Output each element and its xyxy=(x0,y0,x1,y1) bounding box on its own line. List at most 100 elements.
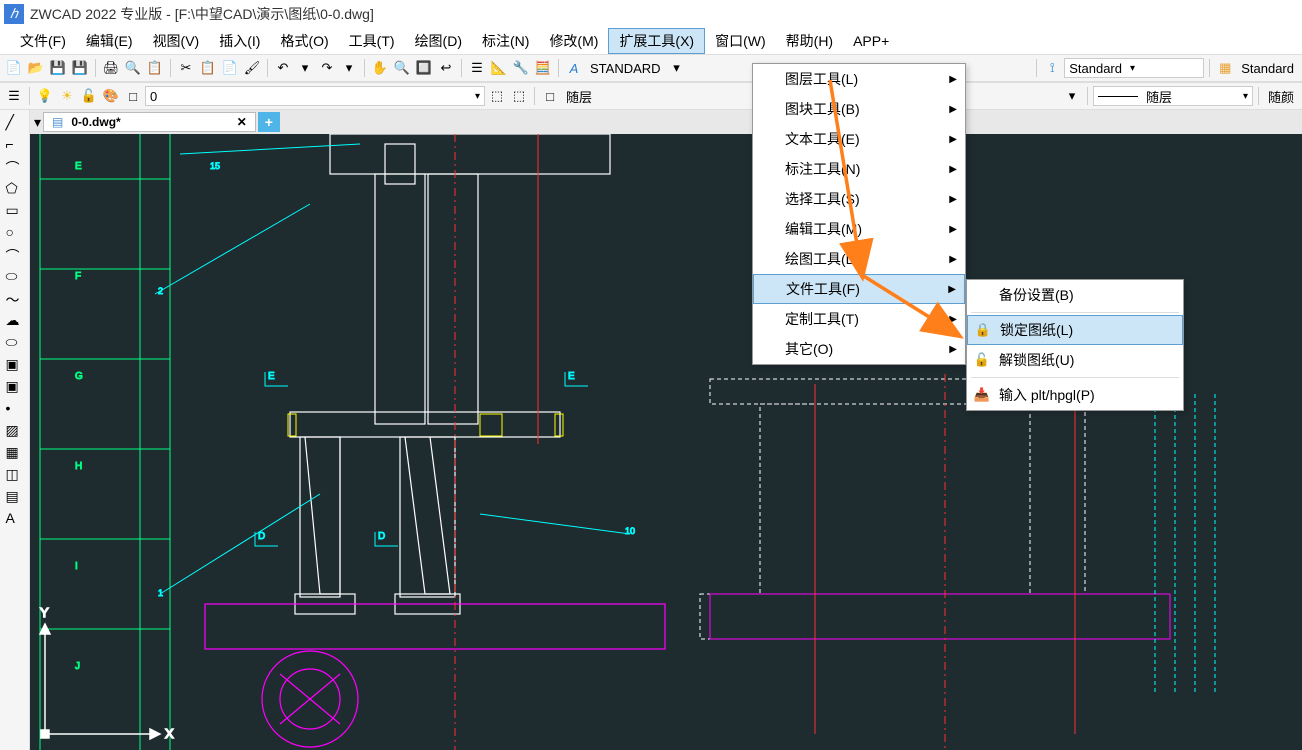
dim-style-icon[interactable]: ⟟ xyxy=(1042,58,1062,78)
toolbar-main: 📄 📂 💾 💾 🖨 🔍 📋 ✂ 📋 📄 🖌 ↶ ▾ ↷ ▾ ✋ 🔍 🔲 ↩ ☰ … xyxy=(0,54,1302,82)
table-style-icon[interactable]: ▦ xyxy=(1215,58,1235,78)
pline-icon[interactable]: ⌐ xyxy=(6,136,24,154)
plot-icon[interactable]: 📋 xyxy=(145,58,165,78)
redo-icon[interactable]: ↷ xyxy=(317,58,337,78)
svg-text:10: 10 xyxy=(625,526,635,536)
print-icon[interactable]: 🖨 xyxy=(101,58,121,78)
layer-iso-icon[interactable]: ⬚ xyxy=(509,86,529,106)
text-icon[interactable]: A xyxy=(564,58,584,78)
properties-icon[interactable]: ☰ xyxy=(467,58,487,78)
cut-icon[interactable]: ✂ xyxy=(176,58,196,78)
zoom-icon[interactable]: 🔍 xyxy=(392,58,412,78)
bulb-icon[interactable]: 💡 xyxy=(35,86,55,106)
calc-icon[interactable]: 🧮 xyxy=(533,58,553,78)
menu-window[interactable]: 窗口(W) xyxy=(705,29,776,53)
tab-close-button[interactable]: ✕ xyxy=(237,115,247,129)
region-icon[interactable]: ◫ xyxy=(6,466,24,484)
arc2-icon[interactable]: ⌒ xyxy=(6,246,24,264)
hatch-icon[interactable]: ▨ xyxy=(6,422,24,440)
menu-tools[interactable]: 工具(T) xyxy=(339,29,405,53)
polygon-icon[interactable]: ⬠ xyxy=(6,180,24,198)
menu-draw-tools[interactable]: 绘图工具(D)▶ xyxy=(753,244,965,274)
menu-lock-drawing[interactable]: 🔒 锁定图纸(L) xyxy=(967,315,1183,345)
paste-icon[interactable]: 📄 xyxy=(220,58,240,78)
gradient-icon[interactable]: ▦ xyxy=(6,444,24,462)
line-icon[interactable]: ╱ xyxy=(6,114,24,132)
menu-unlock-drawing[interactable]: 🔓 解锁图纸(U) xyxy=(967,345,1183,375)
menu-modify[interactable]: 修改(M) xyxy=(539,29,608,53)
menu-help[interactable]: 帮助(H) xyxy=(776,29,843,53)
menu-select-tools[interactable]: 选择工具(S)▶ xyxy=(753,184,965,214)
document-tab[interactable]: ▤ 0-0.dwg* ✕ xyxy=(43,112,256,132)
svg-text:G: G xyxy=(75,371,83,382)
tab-title: 0-0.dwg* xyxy=(71,115,120,129)
chevron-down-icon[interactable]: ▾ xyxy=(1062,86,1082,106)
dim-style-dropdown[interactable]: Standard▾ xyxy=(1064,58,1204,78)
circle-icon[interactable]: ○ xyxy=(6,224,24,242)
zoom-window-icon[interactable]: 🔲 xyxy=(414,58,434,78)
menu-file[interactable]: 文件(F) xyxy=(10,29,76,53)
layer-color-icon[interactable]: 🎨 xyxy=(101,86,121,106)
save-icon[interactable]: 💾 xyxy=(48,58,68,78)
layer-manager-icon[interactable]: ☰ xyxy=(4,86,24,106)
pan-icon[interactable]: ✋ xyxy=(370,58,390,78)
cloud-icon[interactable]: ☁ xyxy=(6,312,24,330)
menu-file-tools[interactable]: 文件工具(F)▶ xyxy=(753,274,965,304)
match-icon[interactable]: 🖌 xyxy=(242,58,262,78)
copy-icon[interactable]: 📋 xyxy=(198,58,218,78)
undo-icon[interactable]: ↶ xyxy=(273,58,293,78)
bylayer-label: 随层 xyxy=(562,87,596,106)
linetype-dropdown[interactable]: 随层 ▾ xyxy=(1093,86,1253,106)
rect-icon[interactable]: ▭ xyxy=(6,202,24,220)
menu-edit-tools[interactable]: 编辑工具(M)▶ xyxy=(753,214,965,244)
saveas-icon[interactable]: 💾 xyxy=(70,58,90,78)
menu-dim-tools[interactable]: 标注工具(N)▶ xyxy=(753,154,965,184)
ellipse-icon[interactable]: ⬭ xyxy=(6,268,24,286)
menu-app-plus[interactable]: APP+ xyxy=(843,31,899,51)
design-icon[interactable]: 📐 xyxy=(489,58,509,78)
document-tabs: ▾ ▤ 0-0.dwg* ✕ + xyxy=(30,110,1302,134)
menu-insert[interactable]: 插入(I) xyxy=(209,29,270,53)
menu-layer-tools[interactable]: 图层工具(L)▶ xyxy=(753,64,965,94)
layer-dropdown[interactable]: 0 ▾ xyxy=(145,86,485,106)
tool-icon[interactable]: 🔧 xyxy=(511,58,531,78)
point-icon[interactable]: • xyxy=(6,400,24,418)
sun-icon[interactable]: ☀ xyxy=(57,86,77,106)
ellipse-arc-icon[interactable]: ⬭ xyxy=(6,334,24,352)
table-icon[interactable]: ▤ xyxy=(6,488,24,506)
chevron-icon[interactable]: ▾ xyxy=(339,58,359,78)
insert-block-icon[interactable]: ▣ xyxy=(6,378,24,396)
layer-prev-icon[interactable]: ⬚ xyxy=(487,86,507,106)
color-sq-icon[interactable]: □ xyxy=(540,86,560,106)
lock-icon[interactable]: 🔓 xyxy=(79,86,99,106)
chevron-down-icon[interactable]: ▾ xyxy=(667,58,687,78)
new-icon[interactable]: 📄 xyxy=(4,58,24,78)
menu-block-tools[interactable]: 图块工具(B)▶ xyxy=(753,94,965,124)
menu-edit[interactable]: 编辑(E) xyxy=(76,29,143,53)
svg-text:X: X xyxy=(165,726,174,741)
chevron-icon[interactable]: ▾ xyxy=(295,58,315,78)
mtext-icon[interactable]: A xyxy=(6,510,24,528)
drawing-canvas[interactable]: E F G H I J xyxy=(30,134,1302,750)
menu-dim[interactable]: 标注(N) xyxy=(472,29,539,53)
menu-custom-tools[interactable]: 定制工具(T)▶ xyxy=(753,304,965,334)
menu-format[interactable]: 格式(O) xyxy=(270,29,338,53)
menu-backup-settings[interactable]: 备份设置(B) xyxy=(967,280,1183,310)
menu-other[interactable]: 其它(O)▶ xyxy=(753,334,965,364)
spline-icon[interactable]: ～ xyxy=(6,290,24,308)
menu-ext-tools[interactable]: 扩展工具(X) xyxy=(608,28,705,54)
svg-text:15: 15 xyxy=(210,161,220,171)
tab-add-button[interactable]: + xyxy=(258,112,280,132)
menu-text-tools[interactable]: 文本工具(E)▶ xyxy=(753,124,965,154)
layer-sq-icon[interactable]: □ xyxy=(123,86,143,106)
arc-icon[interactable]: ⌒ xyxy=(6,158,24,176)
zoom-prev-icon[interactable]: ↩ xyxy=(436,58,456,78)
preview-icon[interactable]: 🔍 xyxy=(123,58,143,78)
block-icon[interactable]: ▣ xyxy=(6,356,24,374)
lineweight-label: 随颜 xyxy=(1264,87,1298,106)
menu-import-plt[interactable]: 📥 输入 plt/hpgl(P) xyxy=(967,380,1183,410)
menu-view[interactable]: 视图(V) xyxy=(143,29,210,53)
menu-draw[interactable]: 绘图(D) xyxy=(405,29,472,53)
tabs-chevron-icon[interactable]: ▾ xyxy=(34,114,41,131)
open-icon[interactable]: 📂 xyxy=(26,58,46,78)
